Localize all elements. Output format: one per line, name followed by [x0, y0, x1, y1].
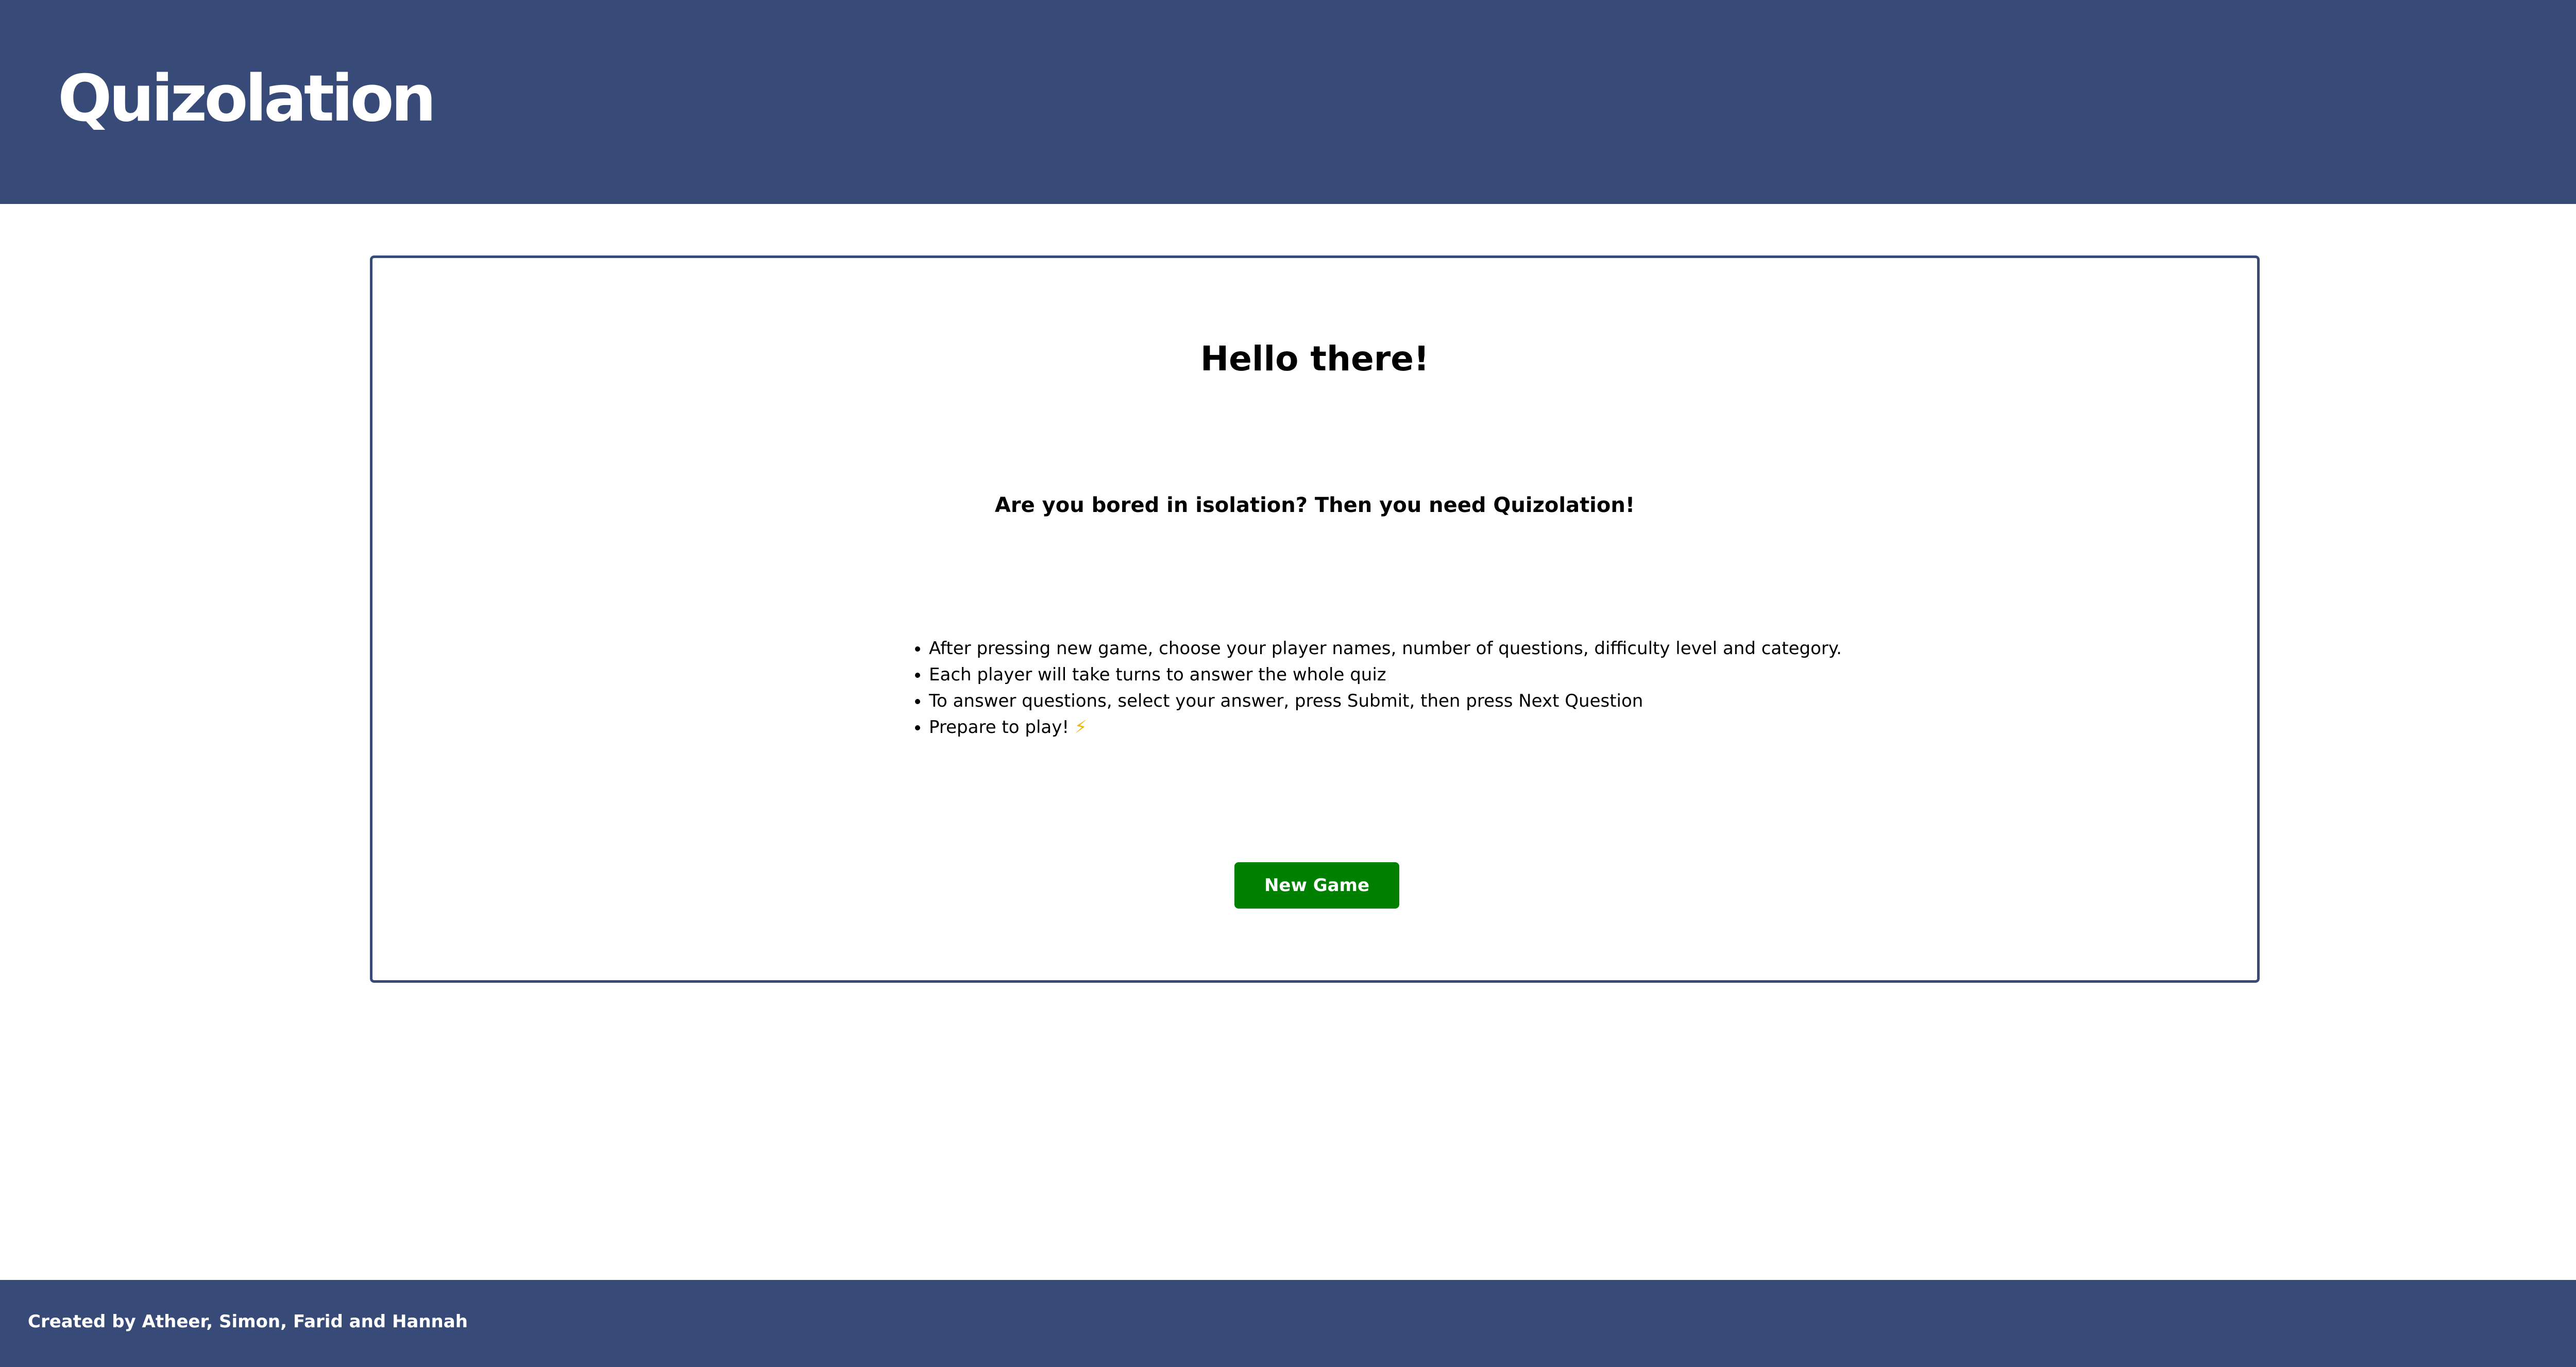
instruction-text: After pressing new game, choose your pla…	[929, 638, 1842, 659]
instruction-text: Each player will take turns to answer th…	[929, 664, 1386, 685]
instruction-item: Prepare to play! ⚡	[929, 714, 2114, 741]
instruction-item: Each player will take turns to answer th…	[929, 662, 2114, 688]
instruction-text: Prepare to play!	[929, 717, 1069, 738]
instructions-list: After pressing new game, choose your pla…	[908, 636, 2114, 741]
footer-credits: Created by Atheer, Simon, Farid and Hann…	[28, 1311, 468, 1332]
greeting-heading: Hello there!	[1200, 339, 1430, 379]
instruction-item: After pressing new game, choose your pla…	[929, 636, 2114, 662]
site-header: Quizolation	[0, 0, 2576, 204]
instruction-item: To answer questions, select your answer,…	[929, 688, 2114, 714]
site-footer: Created by Atheer, Simon, Farid and Hann…	[0, 1280, 2576, 1367]
new-game-button[interactable]: New Game	[1234, 862, 1399, 909]
tagline: Are you bored in isolation? Then you nee…	[994, 493, 1635, 517]
lightning-icon: ⚡	[1074, 717, 1087, 738]
welcome-card: Hello there! Are you bored in isolation?…	[370, 255, 2260, 983]
instruction-text: To answer questions, select your answer,…	[929, 691, 1643, 711]
site-logo[interactable]: Quizolation	[58, 58, 436, 140]
